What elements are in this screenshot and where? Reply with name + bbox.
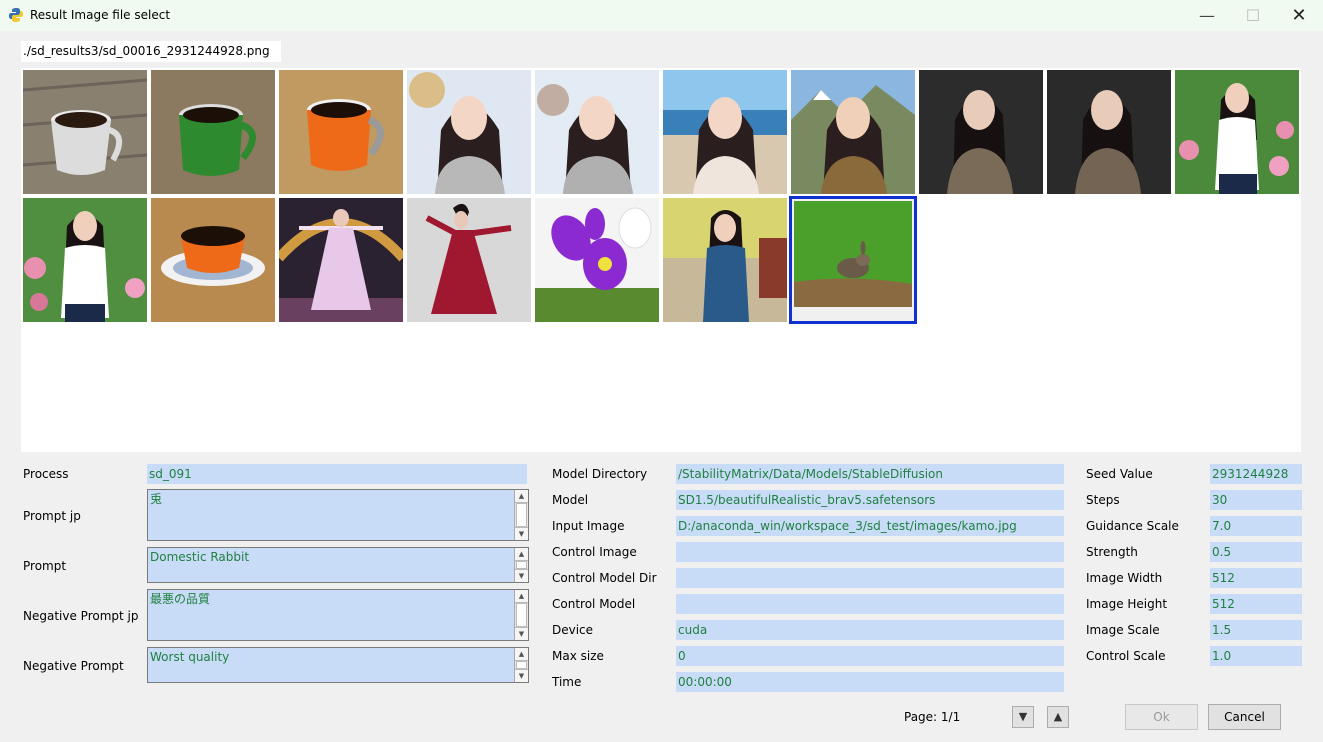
guidance-scale-label: Guidance Scale — [1086, 519, 1179, 533]
control-image-label: Control Image — [552, 545, 637, 559]
thumbnail-woman-snow-1[interactable] — [407, 70, 531, 194]
scroll-thumb[interactable] — [516, 561, 527, 569]
negative-prompt-textarea[interactable]: Worst quality ▲ ▼ — [147, 647, 529, 683]
prompt-jp-scrollbar[interactable]: ▲ ▼ — [514, 490, 528, 540]
image-width-field[interactable]: 512 — [1210, 568, 1302, 588]
thumbnail-coffee-cup-wood[interactable] — [23, 70, 147, 194]
control-model-label: Control Model — [552, 597, 636, 611]
time-field[interactable]: 00:00:00 — [676, 672, 1064, 692]
control-model-dir-field[interactable] — [676, 568, 1064, 588]
strength-field[interactable]: 0.5 — [1210, 542, 1302, 562]
scroll-up-icon[interactable]: ▲ — [515, 648, 528, 661]
thumbnail-rabbit-selected[interactable] — [789, 196, 917, 324]
scroll-down-icon[interactable]: ▼ — [515, 569, 528, 582]
time-label: Time — [552, 675, 582, 689]
image-scale-label: Image Scale — [1086, 623, 1160, 637]
negative-prompt-scrollbar[interactable]: ▲ ▼ — [514, 648, 528, 682]
close-icon: ✕ — [1291, 5, 1307, 26]
scroll-thumb[interactable] — [516, 503, 527, 527]
max-size-label: Max size — [552, 649, 604, 663]
thumbnail-red-dress-dancer[interactable] — [407, 198, 531, 322]
thumbnail-woman-autumn-street[interactable] — [663, 198, 787, 322]
scroll-up-icon[interactable]: ▲ — [515, 548, 528, 561]
triangle-down-icon: ▼ — [1018, 710, 1028, 723]
prompt-textarea[interactable]: Domestic Rabbit ▲ ▼ — [147, 547, 529, 583]
minimize-button[interactable]: — — [1184, 0, 1230, 31]
triangle-up-icon: ▲ — [1053, 710, 1063, 723]
process-field[interactable]: sd_091 — [147, 464, 527, 484]
page-down-button[interactable]: ▼ — [1012, 706, 1034, 728]
cancel-button[interactable]: Cancel — [1208, 704, 1281, 730]
prompt-jp-label: Prompt jp — [23, 509, 81, 523]
thumbnail-stage-dancer[interactable] — [279, 198, 403, 322]
seed-value-label: Seed Value — [1086, 467, 1153, 481]
prompt-jp-text: 兎 — [150, 492, 163, 506]
model-field[interactable]: SD1.5/beautifulRealistic_brav5.safetenso… — [676, 490, 1064, 510]
control-model-dir-label: Control Model Dir — [552, 571, 657, 585]
control-scale-label: Control Scale — [1086, 649, 1166, 663]
image-scale-field[interactable]: 1.5 — [1210, 620, 1302, 640]
title-bar: Result Image file select — ☐ ✕ — [0, 0, 1323, 31]
ok-button[interactable]: Ok — [1125, 704, 1198, 730]
image-height-field[interactable]: 512 — [1210, 594, 1302, 614]
negative-prompt-jp-text: 最悪の品質 — [150, 592, 211, 606]
model-directory-field[interactable]: /StabilityMatrix/Data/Models/StableDiffu… — [676, 464, 1064, 484]
scroll-up-icon[interactable]: ▲ — [515, 590, 528, 603]
negative-prompt-jp-label: Negative Prompt jp — [23, 609, 139, 623]
control-scale-field[interactable]: 1.0 — [1210, 646, 1302, 666]
model-directory-label: Model Directory — [552, 467, 648, 481]
page-up-button[interactable]: ▲ — [1047, 706, 1069, 728]
negative-prompt-jp-scrollbar[interactable]: ▲ ▼ — [514, 590, 528, 640]
steps-label: Steps — [1086, 493, 1120, 507]
negative-prompt-jp-textarea[interactable]: 最悪の品質 ▲ ▼ — [147, 589, 529, 641]
thumbnail-orange-mug[interactable] — [279, 70, 403, 194]
max-size-field[interactable]: 0 — [676, 646, 1064, 666]
thumbnail-woman-garden-2[interactable] — [23, 198, 147, 322]
thumbnail-woman-garden-1[interactable] — [1175, 70, 1299, 194]
control-image-field[interactable] — [676, 542, 1064, 562]
maximize-button[interactable]: ☐ — [1230, 0, 1276, 31]
prompt-label: Prompt — [23, 559, 67, 573]
image-gallery[interactable] — [21, 68, 1301, 452]
maximize-icon: ☐ — [1245, 6, 1261, 25]
thumbnail-green-mug[interactable] — [151, 70, 275, 194]
prompt-text: Domestic Rabbit — [150, 550, 250, 564]
selected-file-path: ./sd_results3/sd_00016_2931244928.png — [21, 41, 281, 62]
model-label: Model — [552, 493, 589, 507]
negative-prompt-text: Worst quality — [150, 650, 230, 664]
process-label: Process — [23, 467, 69, 481]
image-height-label: Image Height — [1086, 597, 1168, 611]
image-width-label: Image Width — [1086, 571, 1163, 585]
prompt-scrollbar[interactable]: ▲ ▼ — [514, 548, 528, 582]
python-app-icon — [9, 8, 23, 22]
control-model-field[interactable] — [676, 594, 1064, 614]
steps-field[interactable]: 30 — [1210, 490, 1302, 510]
thumbnail-woman-dark-1[interactable] — [919, 70, 1043, 194]
scroll-thumb[interactable] — [516, 661, 527, 669]
scroll-thumb[interactable] — [516, 603, 527, 627]
input-image-label: Input Image — [552, 519, 625, 533]
minimize-icon: — — [1199, 6, 1215, 25]
scroll-up-icon[interactable]: ▲ — [515, 490, 528, 503]
prompt-jp-textarea[interactable]: 兎 ▲ ▼ — [147, 489, 529, 541]
page-indicator: Page: 1/1 — [904, 710, 961, 724]
negative-prompt-label: Negative Prompt — [23, 659, 124, 673]
close-button[interactable]: ✕ — [1276, 0, 1322, 31]
device-field[interactable]: cuda — [676, 620, 1064, 640]
thumbnail-woman-mountains[interactable] — [791, 70, 915, 194]
thumbnail-orchids[interactable] — [535, 198, 659, 322]
thumbnail-orange-cup-saucer[interactable] — [151, 198, 275, 322]
thumbnail-woman-snow-2[interactable] — [535, 70, 659, 194]
device-label: Device — [552, 623, 594, 637]
guidance-scale-field[interactable]: 7.0 — [1210, 516, 1302, 536]
thumbnail-woman-beach[interactable] — [663, 70, 787, 194]
strength-label: Strength — [1086, 545, 1138, 559]
window-title: Result Image file select — [30, 8, 171, 22]
seed-value-field[interactable]: 2931244928 — [1210, 464, 1302, 484]
scroll-down-icon[interactable]: ▼ — [515, 669, 528, 682]
input-image-field[interactable]: D:/anaconda_win/workspace_3/sd_test/imag… — [676, 516, 1064, 536]
scroll-down-icon[interactable]: ▼ — [515, 627, 528, 640]
thumbnail-woman-dark-2[interactable] — [1047, 70, 1171, 194]
scroll-down-icon[interactable]: ▼ — [515, 527, 528, 540]
